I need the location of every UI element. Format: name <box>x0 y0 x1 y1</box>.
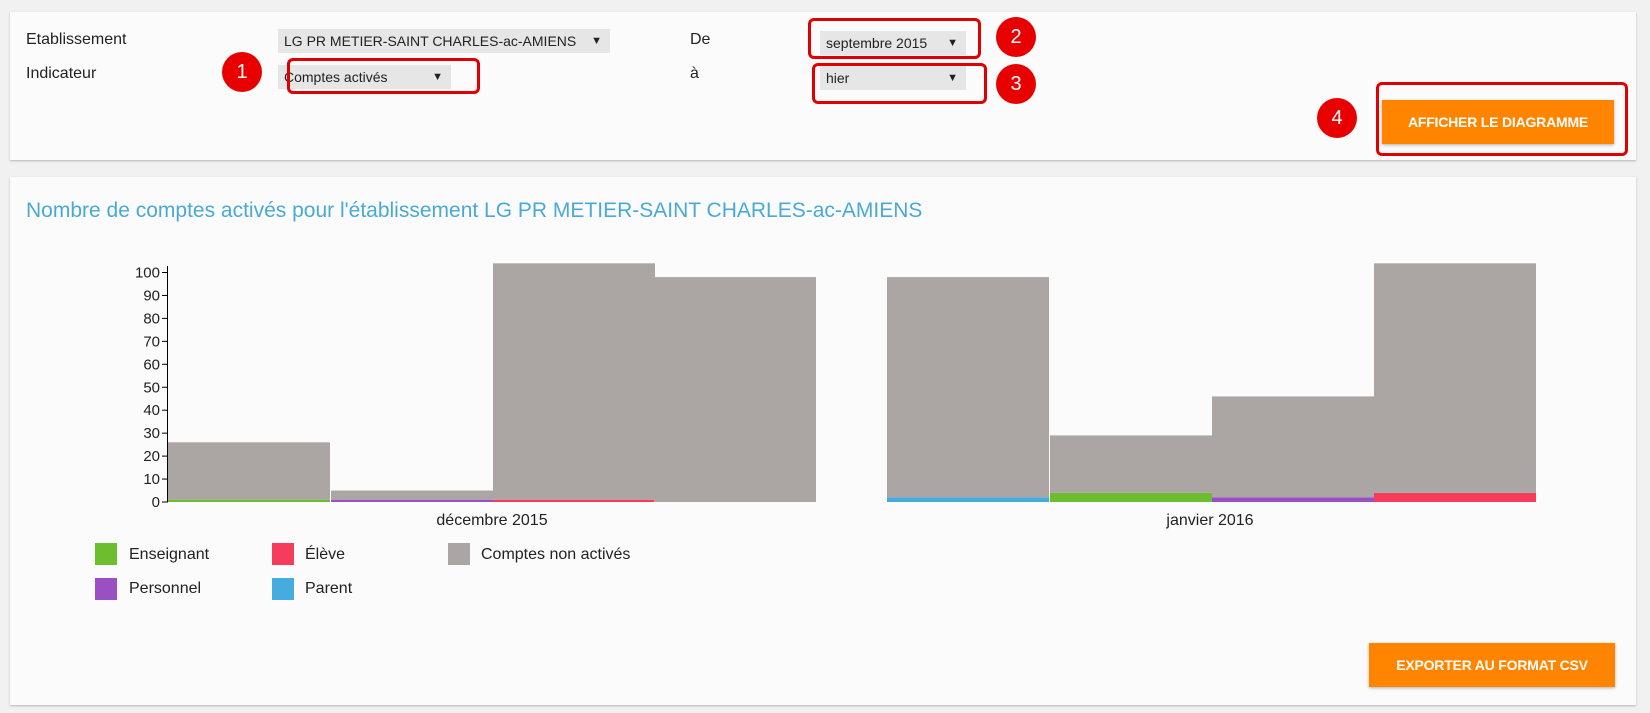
y-tick-label: 20 <box>143 448 160 465</box>
y-tick-label: 10 <box>143 471 160 488</box>
y-tick-label: 30 <box>143 425 160 442</box>
legend-swatch-non-actives <box>448 543 470 565</box>
bar-segment <box>493 263 655 500</box>
bar-segment <box>331 490 493 500</box>
legend-swatch-eleve <box>272 543 294 565</box>
bar-segment <box>1374 263 1536 493</box>
y-tick-label: 60 <box>143 356 160 373</box>
y-tick-label: 90 <box>143 287 160 304</box>
legend-label-non-actives: Comptes non activés <box>481 546 631 563</box>
bar-segment <box>493 499 655 502</box>
bar-segment <box>887 277 1049 498</box>
x-group-label: décembre 2015 <box>436 512 547 529</box>
bar-segment <box>887 497 1049 502</box>
legend-label-eleve: Élève <box>305 546 346 563</box>
legend-label-enseignant: Enseignant <box>129 546 210 563</box>
legend-swatch-parent <box>272 578 294 600</box>
bar-segment <box>1050 492 1212 502</box>
y-tick-label: 80 <box>143 310 160 327</box>
y-tick-label: 50 <box>143 379 160 396</box>
bar-segment <box>168 499 330 502</box>
legend-label-parent: Parent <box>305 580 353 597</box>
bar-segment <box>654 277 816 502</box>
bar-segment <box>168 442 330 500</box>
y-tick-label: 100 <box>135 265 160 282</box>
y-tick-label: 40 <box>143 402 160 419</box>
legend-swatch-personnel <box>95 578 117 600</box>
y-tick-label: 70 <box>143 333 160 350</box>
legend-label-personnel: Personnel <box>129 580 202 597</box>
bar-segment <box>1050 435 1212 493</box>
export-csv-button[interactable]: EXPORTER AU FORMAT CSV <box>1369 643 1615 687</box>
bar-segment <box>1212 396 1374 498</box>
bar-segment <box>1212 497 1374 502</box>
y-tick-label: 0 <box>152 494 160 511</box>
stacked-bar-chart: 0 10 20 30 40 50 60 70 80 90 100 décembre 2015 janvi… <box>135 263 1536 529</box>
bar-segment <box>331 499 493 502</box>
bar-segment <box>1374 492 1536 502</box>
legend-swatch-enseignant <box>95 543 117 565</box>
x-group-label: janvier 2016 <box>1165 512 1253 529</box>
